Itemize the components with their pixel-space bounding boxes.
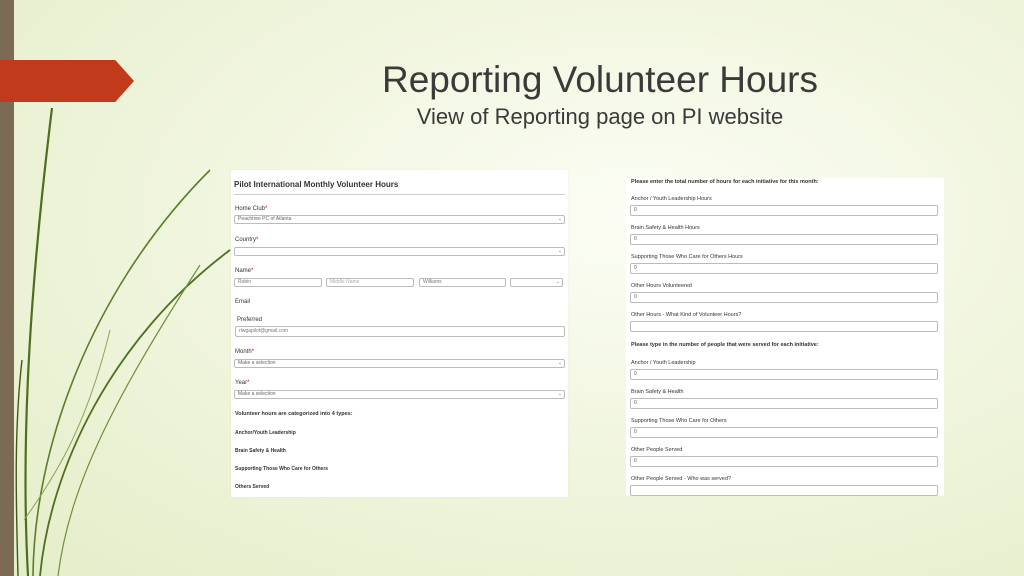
month-select[interactable]: Make a selection ⌄ [234, 359, 565, 368]
categories-heading: Volunteer hours are categorized into 4 t… [235, 411, 353, 417]
category-item: Anchor/Youth Leadership [235, 430, 296, 436]
people-field-input[interactable]: 0 [630, 369, 938, 380]
chevron-down-icon: ⌄ [557, 391, 562, 397]
people-field-label: Supporting Those Who Care for Others [631, 418, 727, 424]
swoosh-stroke [39, 249, 231, 576]
category-item: Brain Safety & Health [235, 448, 286, 454]
swoosh-stroke [32, 169, 211, 576]
home-club-label: Home Club* [235, 206, 268, 212]
left-form-screenshot: Pilot International Monthly Volunteer Ho… [231, 170, 568, 497]
chevron-down-icon: ⌄ [557, 360, 562, 366]
people-field-label: Other People Served - Who was served? [631, 476, 731, 482]
first-name-input[interactable]: Robin [234, 278, 322, 287]
people-field-input[interactable]: 0 [630, 427, 938, 438]
name-label: Name* [235, 268, 254, 274]
swoosh-stroke [23, 329, 111, 521]
hours-heading: Please enter the total number of hours f… [631, 179, 819, 185]
chevron-down-icon: ⌄ [557, 248, 562, 254]
slide-title: Reporting Volunteer Hours [381, 59, 819, 100]
country-select[interactable]: ⌄ [234, 247, 565, 256]
hours-field-input[interactable]: 0 [630, 292, 938, 303]
form-title: Pilot International Monthly Volunteer Ho… [234, 180, 399, 189]
hours-field-input[interactable]: 0 [630, 205, 938, 216]
middle-name-input[interactable]: Middle Name [326, 278, 414, 287]
month-label: Month* [235, 349, 255, 355]
people-heading: Please type in the number of people that… [631, 342, 819, 348]
people-field-input[interactable]: 0 [630, 398, 938, 409]
chevron-down-icon: ⌄ [557, 216, 562, 222]
email-input[interactable]: rlwgapilot@gmail.com [235, 326, 565, 337]
people-field-label: Brain Safety & Health [631, 389, 684, 395]
country-label: Country* [235, 237, 259, 243]
people-field-input[interactable]: 0 [630, 456, 938, 467]
category-item: Supporting Those Who Care for Others [235, 466, 329, 472]
preferred-label: Preferred [237, 317, 263, 323]
hours-field-label: Brain Safety & Health Hours [631, 225, 700, 231]
home-club-select[interactable]: Peachtree PC of Atlanta ⌄ [234, 215, 565, 224]
last-name-input[interactable]: Williams [419, 278, 506, 287]
people-field-label: Other People Served [631, 447, 683, 453]
name-suffix-select[interactable]: ⌄ [510, 278, 563, 287]
hours-field-label: Other Hours - What Kind of Volunteer Hou… [631, 312, 742, 318]
year-label: Year* [235, 380, 250, 386]
swoosh-stroke [15, 359, 23, 576]
swoosh-stroke [57, 264, 201, 576]
category-item: Others Served [235, 484, 270, 490]
hours-field-label: Other Hours Volunteered [631, 283, 692, 289]
people-field-input[interactable] [630, 485, 938, 496]
chevron-down-icon: ⌄ [555, 279, 560, 285]
people-field-label: Anchor / Youth Leadership [631, 360, 696, 366]
hours-field-input[interactable] [630, 321, 938, 332]
divider [234, 194, 565, 195]
hours-field-input[interactable]: 0 [630, 234, 938, 245]
hours-field-label: Supporting Those Who Care for Others Hou… [631, 254, 743, 260]
email-label: Email [235, 299, 251, 305]
hours-field-label: Anchor / Youth Leadership Hours [631, 196, 712, 202]
right-form-screenshot: Please enter the total number of hours f… [626, 178, 944, 496]
year-select[interactable]: Make a selection ⌄ [234, 390, 565, 399]
hours-field-input[interactable]: 0 [630, 263, 938, 274]
slide-subtitle: View of Reporting page on PI website [416, 104, 784, 129]
slide-title-block: Reporting Volunteer Hours View of Report… [340, 58, 860, 130]
